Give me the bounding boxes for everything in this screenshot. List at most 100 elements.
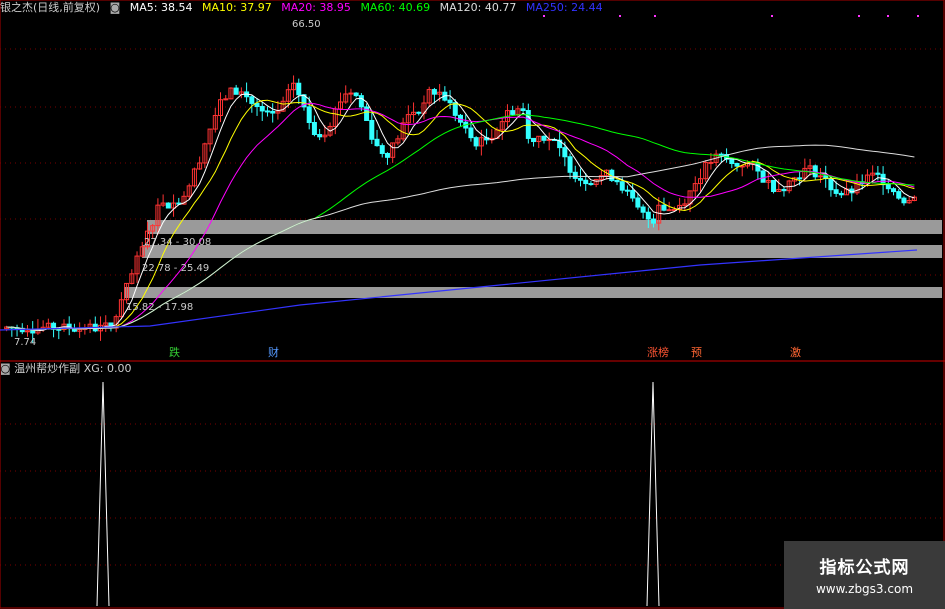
candle-body [645,211,651,220]
candle-body [875,172,881,175]
candle-body [901,197,907,204]
candle-body [640,206,646,213]
candle-body [306,106,312,124]
candle-body [567,156,573,173]
candle-body [259,106,265,112]
candle-body [797,177,803,180]
sub-panel-title[interactable]: 温州帮炒作副 [14,362,80,375]
ma60-label: MA60: 40.69 [360,1,431,14]
candle-body [828,178,834,191]
chart-header: 银之杰(日线,前复权) ◙ MA5: 38.54 MA10: 37.97 MA2… [0,1,609,15]
watermark-url: www.zbgs3.com [815,582,914,596]
candle-body [635,197,641,208]
candle-body [452,102,458,116]
watermark-title: 指标公式网 [819,558,910,578]
ma250-label: MA250: 24.44 [525,1,603,14]
ma5-label: MA5: 38.54 [129,1,193,14]
candle-body [630,190,636,199]
candle-body [270,110,276,114]
candle-body [249,96,255,104]
stock-title[interactable]: 银之杰(日线,前复权) [0,1,100,14]
candle-body [353,92,359,97]
candle-body [661,204,667,211]
candle-body [577,177,583,181]
candle-body [729,158,735,165]
signal-dot [917,15,919,17]
candle-body [833,189,839,194]
candle-body [562,147,568,158]
candle-body [384,152,390,158]
high-price-label: 66.50 [292,19,321,30]
candle-body [24,330,30,333]
event-tag-die[interactable]: 跌 [167,346,182,359]
ma120-label: MA120: 40.77 [439,1,517,14]
xg-value: XG: 0.00 [83,362,132,375]
candle-body [510,110,516,115]
zone-label-1: 27.34 - 30.08 [144,237,212,248]
candle-body [223,98,229,101]
candle-body [379,145,385,154]
candle-body [838,192,844,196]
candle-body [734,163,740,167]
candle-body [358,95,364,108]
zone-label-2: 22.78 - 25.49 [142,263,210,274]
signal-dot [619,15,621,17]
candle-body [760,170,766,183]
candle-body [718,153,724,156]
signal-dot [858,15,860,17]
candle-body [264,110,270,113]
candle-body [771,180,777,193]
signal-dot [771,15,773,17]
candle-body [817,175,823,178]
candle-body [891,188,897,193]
candle-body [614,179,620,183]
candle-body [374,138,380,147]
candle-body [431,89,437,95]
settings-icon[interactable]: ◙ [110,1,121,14]
candle-body [541,135,547,141]
candle-body [572,171,578,179]
event-tag-zhangbang[interactable]: 涨榜 [645,346,671,359]
candle-body [468,127,474,139]
candle-body [531,137,537,143]
candle-body [296,82,302,96]
signal-dot [887,15,889,17]
low-price-label: 7.74 [14,337,37,348]
candle-body [885,184,891,190]
candle-body [369,119,375,140]
candle-body [708,161,714,164]
sub-panel-header: ◙ 温州帮炒作副 XG: 0.00 [0,362,131,376]
event-tag-ji[interactable]: 激 [788,346,803,359]
candle-body [583,179,589,185]
candle-body [348,92,354,95]
candle-body [165,202,171,209]
signal-dot [543,15,545,17]
candle-body [624,189,630,192]
signal-dot [654,15,656,17]
candle-body [651,218,657,224]
candle-body [447,99,453,104]
candle-body [30,330,36,334]
candle-body [233,87,239,95]
candle-body [311,122,317,136]
candle-body [317,134,323,138]
watermark: 指标公式网 www.zbgs3.com [784,541,945,609]
candle-body [588,183,594,186]
support-zone-3 [124,287,942,298]
candle-body [812,165,818,178]
xg-signal-spike [96,381,110,607]
sub-settings-icon[interactable]: ◙ [0,362,11,375]
ma10-label: MA10: 37.97 [202,1,272,14]
candle-body [473,137,479,147]
xg-signal-spike [646,381,660,607]
event-tag-yu[interactable]: 预 [689,346,704,359]
candle-body [416,111,422,114]
candle-body [896,191,902,199]
candle-body [619,181,625,191]
candle-body [666,209,672,212]
support-zone-1 [147,220,942,234]
candle-body [520,108,526,112]
zone-label-3: 15.82 - 17.98 [126,302,194,313]
ma20-label: MA20: 38.95 [281,1,351,14]
event-tag-cai[interactable]: 财 [266,346,281,359]
